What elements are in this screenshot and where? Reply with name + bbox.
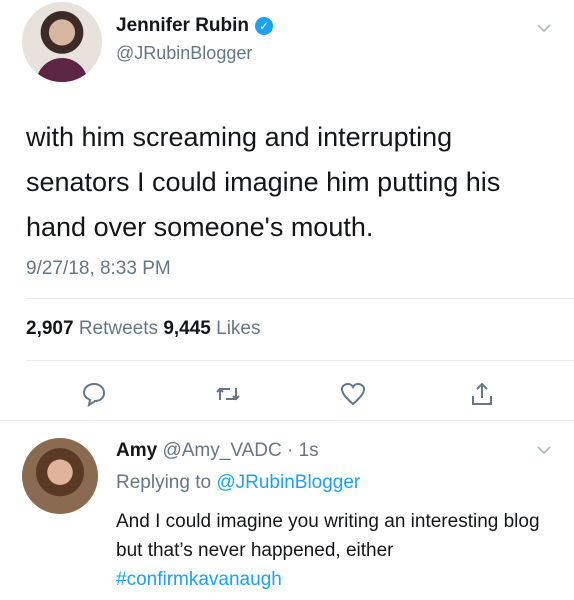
author-row: Jennifer Rubin ✓ xyxy=(116,15,274,37)
divider xyxy=(26,298,574,299)
divider xyxy=(26,360,574,361)
likes-label[interactable]: Likes xyxy=(216,318,260,339)
tweet-stats: 2,907 Retweets 9,445 Likes xyxy=(26,318,261,340)
reply-icon[interactable] xyxy=(80,380,108,408)
author-name[interactable]: Jennifer Rubin xyxy=(116,15,249,37)
share-icon[interactable] xyxy=(468,380,496,408)
author-handle[interactable]: @JRubinBlogger xyxy=(116,43,252,64)
verified-badge-icon: ✓ xyxy=(255,17,274,35)
reply-handle[interactable]: @Amy_VADC xyxy=(162,440,281,461)
reply-time[interactable]: 1s xyxy=(299,440,319,461)
retweet-icon[interactable] xyxy=(214,380,242,408)
chevron-down-icon[interactable] xyxy=(536,442,552,458)
divider xyxy=(0,420,574,421)
replying-to-link[interactable]: @JRubinBlogger xyxy=(216,472,360,493)
retweets-count[interactable]: 2,907 xyxy=(26,318,74,339)
tweet-timestamp[interactable]: 9/27/18, 8:33 PM xyxy=(26,258,171,280)
tweet-text: with him screaming and interrupting sena… xyxy=(26,122,501,242)
replying-prefix: Replying to xyxy=(116,472,212,493)
reply-text: And I could imagine you writing an inter… xyxy=(116,507,556,594)
like-icon[interactable] xyxy=(339,380,367,408)
replying-to: Replying to @JRubinBlogger xyxy=(116,472,360,494)
reply-body: And I could imagine you writing an inter… xyxy=(116,511,540,561)
likes-count[interactable]: 9,445 xyxy=(163,318,211,339)
reply-author-name[interactable]: Amy xyxy=(116,440,157,461)
avatar[interactable] xyxy=(22,438,98,514)
reply-header: Amy @Amy_VADC · 1s xyxy=(116,440,319,462)
main-tweet: Jennifer Rubin ✓ @JRubinBlogger with him… xyxy=(0,0,574,420)
retweets-label[interactable]: Retweets xyxy=(79,318,158,339)
hashtag-link[interactable]: #confirmkavanaugh xyxy=(116,569,282,590)
avatar[interactable] xyxy=(22,2,102,82)
separator: · xyxy=(286,440,294,461)
chevron-down-icon[interactable] xyxy=(536,20,552,36)
